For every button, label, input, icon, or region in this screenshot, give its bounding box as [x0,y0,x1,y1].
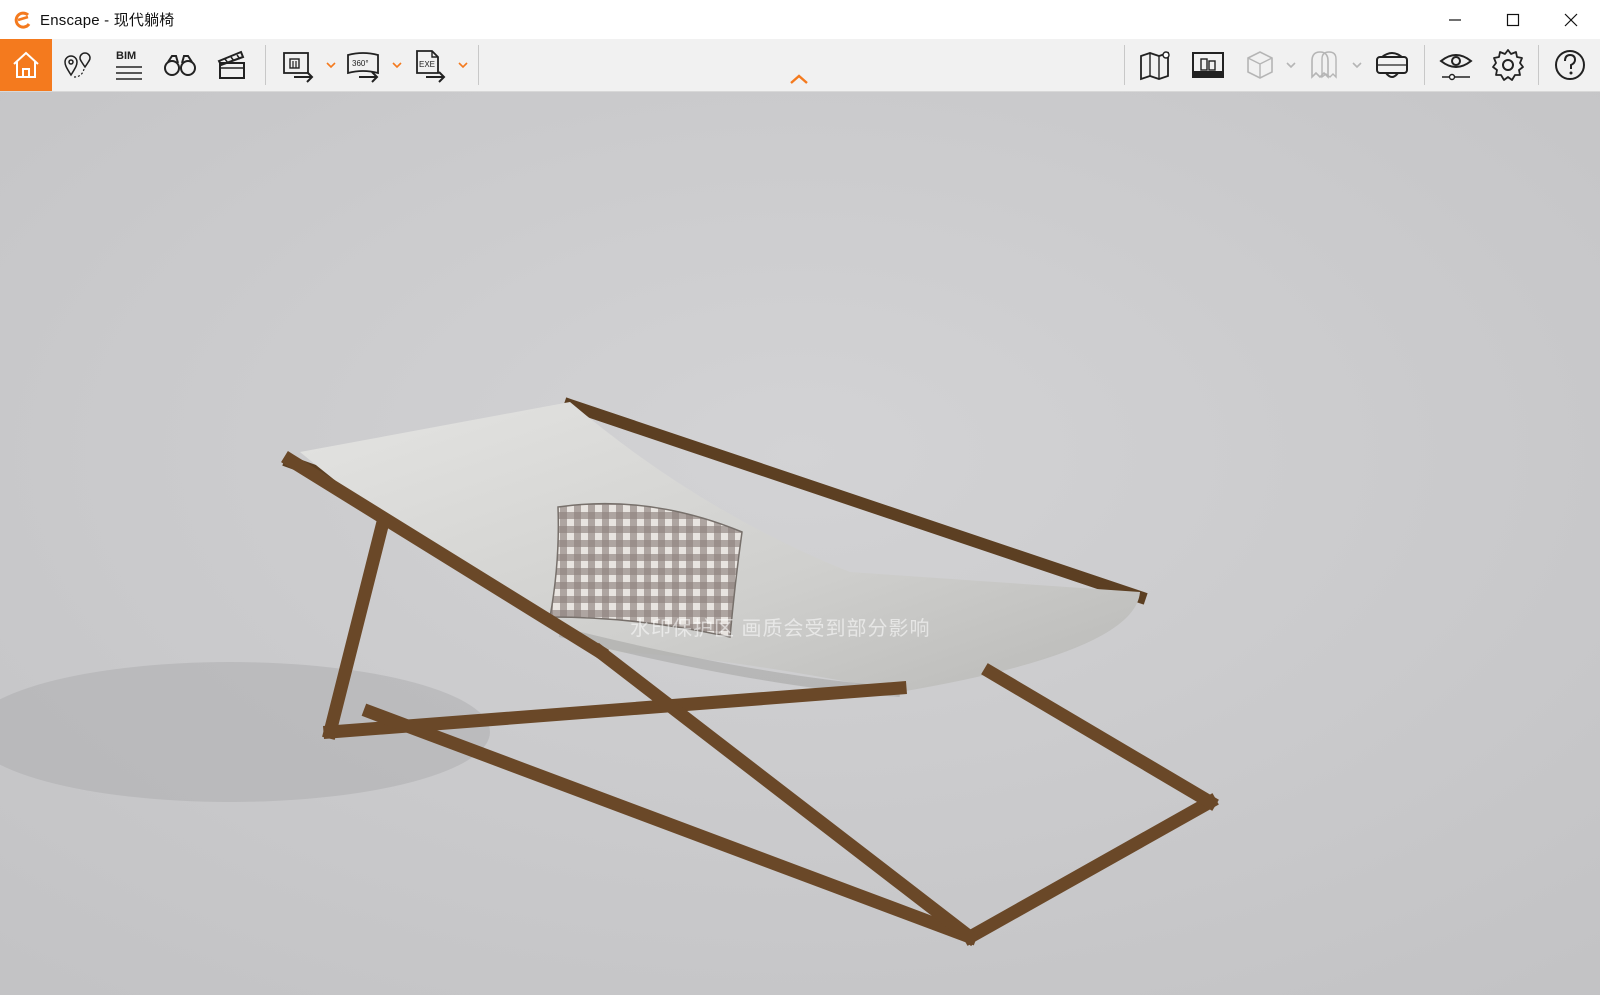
bim-label: BIM [116,50,136,62]
bim-icon: BIM [116,50,142,80]
toolbar-separator [1424,45,1425,85]
minimize-icon [1449,18,1461,21]
views-button[interactable] [56,39,100,91]
video-editor-button[interactable] [210,39,254,91]
help-button[interactable] [1548,39,1592,91]
chevron-down-icon[interactable] [1352,61,1362,69]
panorama-export-icon: 360° [347,52,379,83]
help-icon [1555,50,1585,80]
section-button[interactable] [1302,39,1346,91]
maximize-button[interactable] [1484,0,1542,39]
settings-button[interactable] [1486,39,1530,91]
image-export-icon [283,52,314,83]
exe-export-icon: EXE [416,50,446,83]
scene-render [0,92,1600,995]
render-viewport[interactable]: 水印保护区 画质会受到部分影响 [0,92,1600,995]
home-button[interactable] [0,39,52,91]
panorama-export-button[interactable]: 360° [342,39,386,91]
visibility-button[interactable] [1434,39,1478,91]
home-icon [13,51,39,78]
enscape-logo-icon [14,11,31,29]
title-bar: Enscape - 现代躺椅 [0,0,1600,40]
location-pins-icon [64,52,91,78]
vr-headset-button[interactable] [1370,39,1414,91]
eye-icon [1439,54,1473,81]
chevron-down-icon[interactable] [458,61,468,69]
exe-export-button[interactable]: EXE [408,39,452,91]
panorama-label: 360° [352,59,369,68]
cube-view-button[interactable] [1238,39,1282,91]
toolbar-separator [1538,45,1539,85]
clapperboard-icon [217,50,245,79]
screenshot-export-button[interactable] [276,39,320,91]
chevron-down-icon[interactable] [326,61,336,69]
collapse-toolbar-chevron-icon[interactable] [788,72,810,86]
binoculars-icon [164,55,196,76]
vr-headset-icon [1376,52,1408,78]
asset-library-icon [1192,52,1224,78]
gear-icon [1492,49,1524,81]
asset-library-button[interactable] [1186,39,1230,91]
exe-label: EXE [419,60,435,69]
window-title: Enscape - 现代躺椅 [40,12,175,29]
close-button[interactable] [1542,0,1600,39]
bim-button[interactable]: BIM [106,39,150,91]
watermark-overlay-text: 水印保护区 画质会受到部分影响 [630,618,931,640]
cube-icon [1247,51,1273,79]
map-icon [1140,51,1170,81]
explore-button[interactable] [158,39,202,91]
close-icon [1564,13,1578,26]
chevron-down-icon[interactable] [1286,61,1296,69]
toolbar-separator [265,45,266,85]
ghost-icon [1311,51,1337,79]
map-button[interactable] [1134,39,1178,91]
toolbar-separator [478,45,479,85]
chevron-down-icon[interactable] [392,61,402,69]
minimize-button[interactable] [1426,0,1484,39]
toolbar-separator [1124,45,1125,85]
maximize-icon [1506,13,1520,26]
